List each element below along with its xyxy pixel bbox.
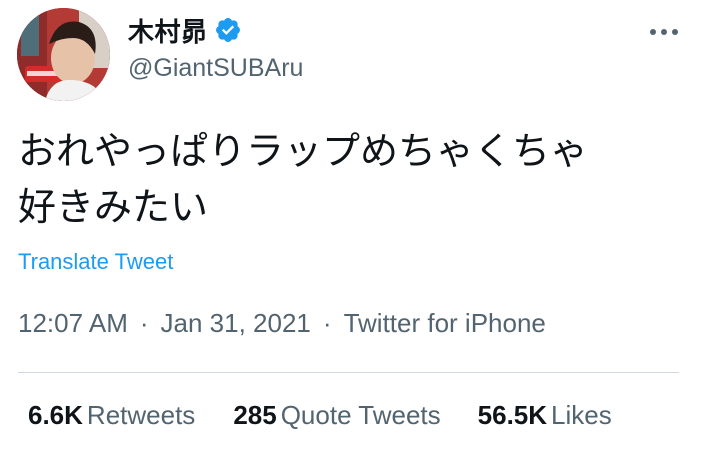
name-row: 木村昴 — [128, 12, 303, 48]
verified-badge-icon — [214, 16, 242, 44]
tweet-time[interactable]: 12:07 AM — [18, 308, 128, 338]
likes-label: Likes — [551, 400, 612, 430]
likes-count: 56.5K — [477, 400, 548, 430]
meta-separator: · — [322, 308, 332, 338]
profile-photo — [17, 8, 110, 101]
quote-tweets-count: 285 — [233, 400, 277, 430]
meta-separator: · — [139, 308, 149, 338]
author-block: 木村昴 @GiantSUBAru — [128, 12, 303, 83]
tweet-date[interactable]: Jan 31, 2021 — [161, 308, 311, 338]
divider — [18, 372, 679, 373]
quote-tweets-stat[interactable]: 285 Quote Tweets — [233, 400, 440, 431]
display-name[interactable]: 木村昴 — [128, 12, 208, 49]
retweets-count: 6.6K — [28, 400, 83, 430]
handle[interactable]: @GiantSUBAru — [128, 54, 303, 83]
retweets-label: Retweets — [86, 400, 196, 430]
more-options-icon[interactable] — [647, 20, 681, 44]
tweet-stats: 6.6K Retweets 285 Quote Tweets 56.5K Likes — [28, 400, 688, 431]
avatar[interactable] — [17, 8, 110, 101]
translate-tweet-link[interactable]: Translate Tweet — [18, 249, 173, 275]
tweet-meta: 12:07 AM · Jan 31, 2021 · Twitter for iPhone — [18, 308, 546, 339]
tweet-card: 木村昴 @GiantSUBAru おれやっぱりラップめちゃくちゃ 好きみたい T… — [0, 0, 707, 455]
quote-tweets-label: Quote Tweets — [280, 400, 441, 430]
likes-stat[interactable]: 56.5K Likes — [478, 400, 612, 431]
tweet-source[interactable]: Twitter for iPhone — [344, 308, 546, 338]
tweet-text: おれやっぱりラップめちゃくちゃ 好きみたい — [18, 129, 589, 229]
retweets-stat[interactable]: 6.6K Retweets — [28, 400, 195, 431]
